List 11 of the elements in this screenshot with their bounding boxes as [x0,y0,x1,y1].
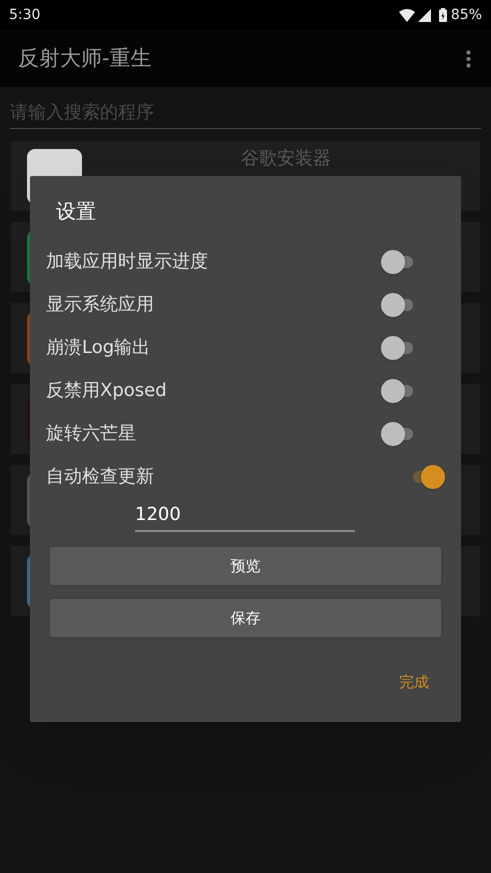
setting-label: 反禁用Xposed [46,379,167,403]
app-name: 谷歌安装器 [241,147,331,171]
dialog-title: 设置 [56,198,97,224]
setting-label: 加载应用时显示进度 [46,250,208,274]
setting-label: 自动检查更新 [46,465,154,489]
app-title: 反射大师-重生 [18,44,152,72]
battery-percent: 85% [450,6,482,24]
setting-label: 旋转六芒星 [46,422,136,446]
status-time: 5:30 [9,6,40,24]
setting-label: 显示系统应用 [46,293,154,317]
setting-label: 崩溃Log输出 [46,336,150,360]
